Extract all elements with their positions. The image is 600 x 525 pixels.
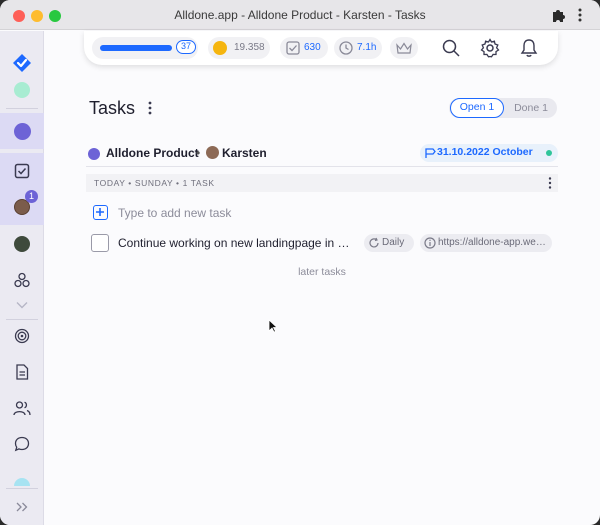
flag-icon [425,148,436,158]
target-icon [14,328,30,344]
extensions-puzzle-icon[interactable] [550,7,566,23]
sidebar: 1 [0,31,44,525]
gold-coin-icon [213,41,227,55]
time-counter[interactable]: 7.1h [334,37,382,59]
window-title: Alldone.app - Alldone Product - Karsten … [174,8,426,22]
clock-icon [339,41,353,55]
done-value: 630 [304,42,321,53]
tab-done[interactable]: Done 1 [507,98,555,118]
gold-counter[interactable]: 19.358 [208,37,270,59]
sidebar-project-purple[interactable] [0,113,44,149]
project-header: Alldone Product • Karsten 31.10.2022 Oct… [86,143,558,167]
divider [86,166,558,167]
project-color-dot [88,148,100,160]
search-icon[interactable] [442,39,460,57]
chat-icon [14,436,30,452]
sidebar-item-tasks[interactable] [0,153,44,189]
browser-window: Alldone.app - Alldone Product - Karsten … [0,0,600,525]
double-chevron-right-icon [16,502,28,512]
crown-icon [396,42,412,54]
day-options-icon[interactable] [546,176,554,190]
project-name[interactable]: Alldone Product [106,146,199,160]
title-bar: Alldone.app - Alldone Product - Karsten … [0,0,600,30]
sidebar-item-contacts[interactable] [0,390,44,426]
time-value: 7.1h [357,42,377,53]
project-separator: • [196,146,201,160]
users-icon [13,401,31,416]
gold-value: 19.358 [234,42,265,53]
task-row[interactable]: Continue working on new landingpage in W… [86,231,558,255]
sidebar-user-other[interactable] [0,226,44,262]
progress-count: 37 [176,40,196,54]
link-label: https://alldone-app.webflow.io [438,237,548,248]
sidebar-more[interactable] [0,293,44,317]
task-status-tabs: Open 1 Done 1 [449,98,557,118]
repeat-icon [369,237,379,248]
project-person[interactable]: Karsten [222,146,267,160]
recurrence-label: Daily [382,237,405,248]
progress-fill [100,45,173,51]
day-header: TODAY • SUNDAY • 1 TASK [86,174,558,192]
day-header-text: TODAY • SUNDAY • 1 TASK [94,178,215,188]
status-dot [546,150,552,156]
people-graph-icon [14,272,30,288]
page-options-icon[interactable] [145,101,155,115]
checkbox-icon [14,163,30,179]
sidebar-item-chats[interactable] [0,426,44,462]
top-bar: 37 19.358 630 7.1h [84,31,558,65]
premium-button[interactable] [390,37,418,59]
gear-icon[interactable] [480,38,500,58]
chevron-down-icon [16,302,28,309]
progress-bar [100,44,184,52]
add-task-row[interactable]: Type to add new task [86,203,558,223]
task-title[interactable]: Continue working on new landingpage in W… [118,236,360,250]
sidebar-badge: 1 [25,190,38,203]
sidebar-project-cyan[interactable] [0,467,44,487]
window-menu-icon[interactable] [572,7,588,23]
xp-progress[interactable]: 37 [92,37,198,59]
document-icon [16,364,29,380]
sidebar-user-karsten[interactable]: 1 [0,189,44,225]
sidebar-project-green[interactable] [0,72,44,108]
due-date-text: 31.10.2022 October [437,146,533,158]
link-chip[interactable]: https://alldone-app.webflow.io [420,234,552,252]
bell-icon[interactable] [520,38,538,58]
task-checkbox[interactable] [91,234,109,252]
sidebar-item-target[interactable] [0,318,44,354]
tab-open[interactable]: Open 1 [450,98,504,118]
plus-icon[interactable] [93,205,108,220]
page-title: Tasks [89,98,136,118]
later-tasks-link[interactable]: later tasks [86,266,558,278]
recurrence-chip[interactable]: Daily [364,234,414,252]
checkbox-icon [286,41,300,55]
add-task-input[interactable]: Type to add new task [118,206,231,220]
avatar [14,236,30,252]
sidebar-expand[interactable] [0,489,44,525]
sidebar-item-notes[interactable] [0,354,44,390]
avatar [206,146,219,159]
done-counter[interactable]: 630 [280,37,328,59]
due-date-badge[interactable]: 31.10.2022 October [420,144,558,162]
mouse-cursor-icon [268,319,278,333]
info-icon [424,237,436,249]
